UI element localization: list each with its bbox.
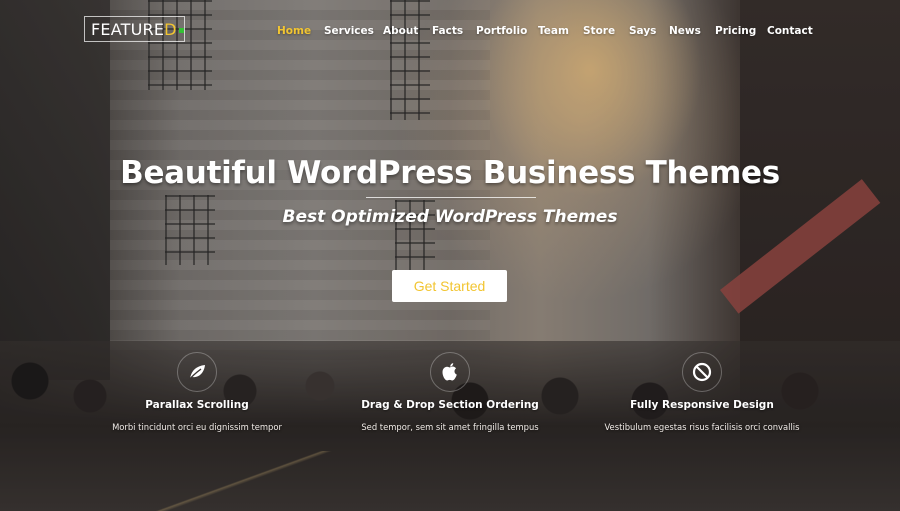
feature-description: Morbi tincidunt orci eu dignissim tempor [112,422,282,432]
feature-responsive-design: Fully Responsive Design Vestibulum egest… [582,352,822,432]
feature-icon-ring [430,352,470,392]
hero-headline: Beautiful WordPress Business Themes [120,155,780,191]
feature-parallax-scrolling: Parallax Scrolling Morbi tincidunt orci … [77,352,317,432]
nav-item-contact[interactable]: Contact [767,25,813,37]
nav-item-home[interactable]: Home [277,25,311,37]
feature-title: Fully Responsive Design [630,399,774,411]
get-started-button[interactable]: Get Started [392,270,507,302]
nav-item-services[interactable]: Services [324,25,374,37]
logo-dot [178,27,184,33]
feature-drag-drop-ordering: Drag & Drop Section Ordering Sed tempor,… [330,352,570,432]
hero-subheadline: Best Optimized WordPress Themes [282,207,618,227]
nav-item-about[interactable]: About [383,25,418,37]
nav-item-portfolio[interactable]: Portfolio [476,25,527,37]
nav-item-team[interactable]: Team [538,25,569,37]
leaf-icon [188,365,205,381]
nav-item-says[interactable]: Says [629,25,656,37]
site-logo[interactable]: FEATURE D [84,16,185,42]
feature-description: Sed tempor, sem sit amet fringilla tempu… [361,422,539,432]
feature-icon-ring [177,352,217,392]
apple-icon [442,363,457,381]
nav-item-pricing[interactable]: Pricing [715,25,756,37]
nav-item-news[interactable]: News [669,25,701,37]
feature-title: Drag & Drop Section Ordering [361,399,539,411]
headline-divider [366,197,536,198]
no-entry-icon [692,362,712,382]
nav-item-facts[interactable]: Facts [432,25,463,37]
feature-description: Vestibulum egestas risus facilisis orci … [604,422,800,432]
nav-item-store[interactable]: Store [583,25,615,37]
feature-title: Parallax Scrolling [145,399,249,411]
feature-icon-ring [682,352,722,392]
logo-text: FEATURE [91,19,165,39]
logo-accent-letter: D [164,19,177,39]
dark-overlay [0,0,900,511]
